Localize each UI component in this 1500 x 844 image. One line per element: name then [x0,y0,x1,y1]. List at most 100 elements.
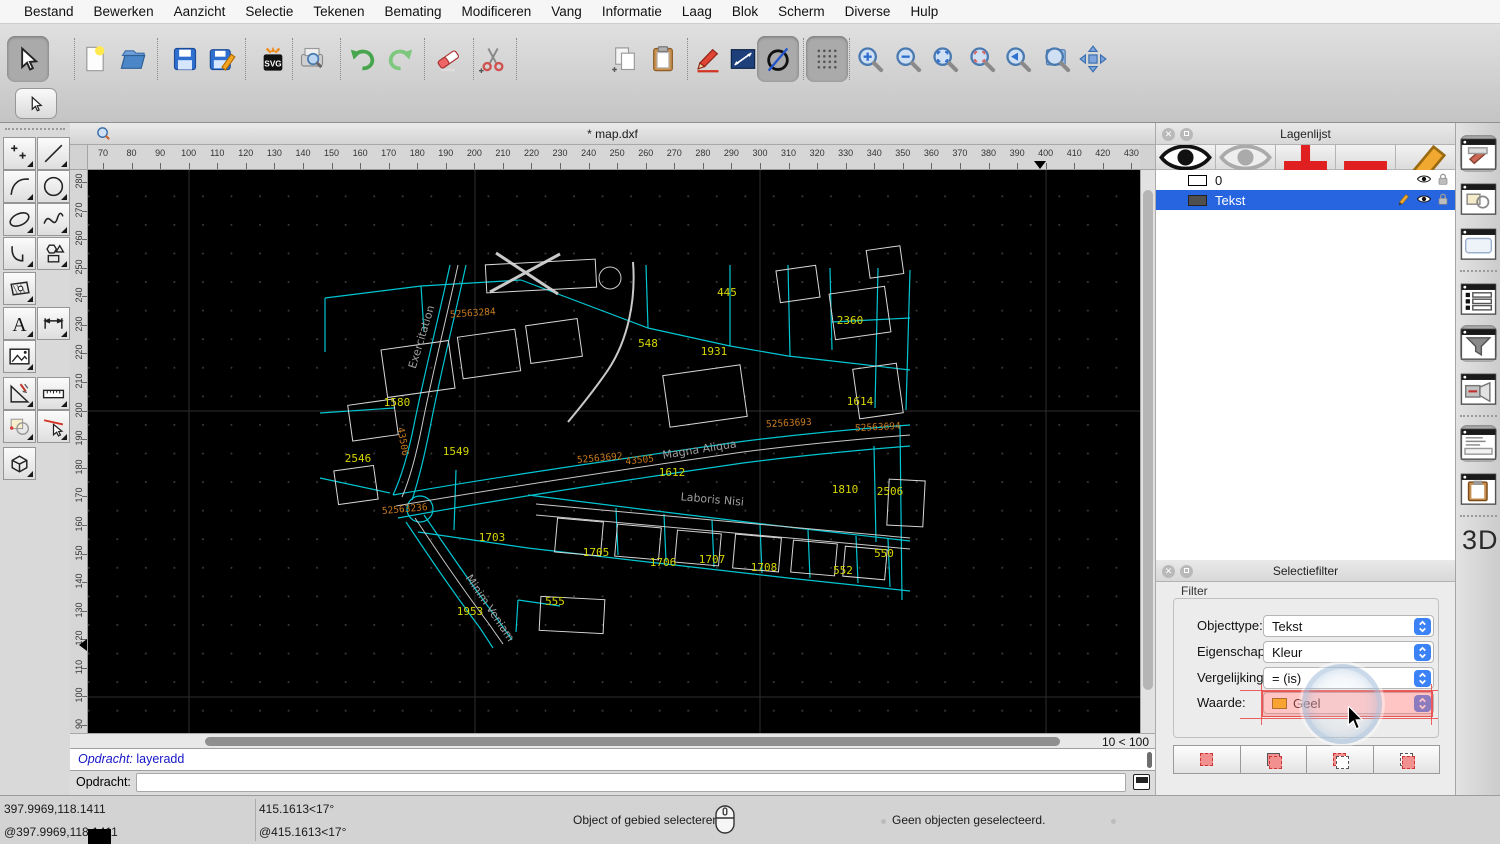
panel-toggle-win-shapes[interactable] [1460,180,1497,217]
tool-boolean[interactable] [3,410,36,443]
tool-shapes[interactable] [37,237,70,270]
tool-ellipse[interactable] [3,203,36,236]
tool-image[interactable] [3,340,36,373]
layers-panel-titlebar[interactable]: ✕ Lagenlijst [1156,123,1455,145]
zoom-in-button[interactable] [849,36,891,82]
tool-circle[interactable] [37,170,70,203]
tool-hatch[interactable] [3,272,36,305]
panel-toggle-win-blank[interactable] [1460,225,1497,262]
menu-bestand[interactable]: Bestand [14,0,84,23]
dropdown-stepper-icon[interactable] [1414,695,1431,712]
tool-arc[interactable] [3,170,36,203]
menu-selectie[interactable]: Selectie [235,0,303,23]
panel-toggle-win-command[interactable] [1460,425,1497,462]
tool-ruler[interactable] [37,377,70,410]
redo-button[interactable] [379,36,421,82]
menu-modificeren[interactable]: Modificeren [452,0,542,23]
filter-select-intersect-button[interactable] [1373,745,1441,774]
menu-tekenen[interactable]: Tekenen [303,0,374,23]
layer-color-swatch[interactable] [1188,195,1207,206]
tool-points[interactable] [3,137,36,170]
zoom-previous-button[interactable] [997,36,1039,82]
keyboard-icon[interactable] [1133,774,1150,790]
hscroll-thumb[interactable] [205,737,1060,746]
tool-line[interactable] [37,137,70,170]
menu-bemating[interactable]: Bemating [374,0,451,23]
panel-toggle-3d[interactable]: 3D [1462,525,1499,556]
menu-hulp[interactable]: Hulp [900,0,948,23]
lock-icon[interactable] [1437,172,1449,189]
save-as-button[interactable] [201,36,243,82]
zoom-out-button[interactable] [887,36,929,82]
select-mode-button[interactable] [15,88,57,119]
tool-trim[interactable] [37,410,70,443]
collapse-icon[interactable] [1180,128,1193,141]
history-scrollbar[interactable] [1147,752,1152,768]
print-preview-button[interactable] [291,36,333,82]
menu-scherm[interactable]: Scherm [768,0,835,23]
lock-icon[interactable] [1437,192,1449,209]
dropdown-stepper-icon[interactable] [1414,644,1431,661]
menu-bewerken[interactable]: Bewerken [84,0,164,23]
layers-eye-gray-button[interactable] [1216,145,1276,169]
tool-spline[interactable] [37,203,70,236]
grid-toggle-button[interactable] [806,36,848,82]
diameter-button[interactable] [757,36,799,82]
filter-panel-titlebar[interactable]: ✕ Selectiefilter [1156,560,1455,582]
eraser-button[interactable] [427,36,469,82]
filter-dropdown-objecttype[interactable]: Tekst [1263,615,1434,637]
drawing-canvas[interactable]: 4452360548193115801614254615491612181025… [88,170,1140,733]
tool-dimension[interactable] [37,307,70,340]
panel-toggle-win-filter[interactable] [1460,325,1497,362]
save-button[interactable] [164,36,206,82]
zoom-fit-button[interactable] [924,36,966,82]
menu-diverse[interactable]: Diverse [835,0,901,23]
vertical-scrollbar[interactable] [1140,170,1155,733]
cut-button[interactable] [472,36,514,82]
pan-button[interactable] [1072,36,1114,82]
layer-row-tekst[interactable]: Tekst [1156,190,1455,210]
copy-button[interactable] [604,36,646,82]
filter-select-subtract-button[interactable] [1306,745,1373,774]
paste-button[interactable] [642,36,684,82]
palette-drag-handle[interactable] [5,128,65,130]
pencil-icon[interactable] [1397,192,1411,209]
panel-toggle-win-draw[interactable] [1460,135,1497,172]
tool-text[interactable]: A [3,307,36,340]
menu-vang[interactable]: Vang [541,0,592,23]
layer-color-swatch[interactable] [1188,175,1207,186]
close-icon[interactable]: ✕ [1162,565,1175,578]
menu-blok[interactable]: Blok [722,0,768,23]
horizontal-scrollbar[interactable]: 10 < 100 [70,733,1155,748]
dropdown-stepper-icon[interactable] [1414,670,1431,687]
menu-laag[interactable]: Laag [672,0,722,23]
dropdown-stepper-icon[interactable] [1414,618,1431,635]
panel-toggle-win-list[interactable] [1460,280,1497,317]
panel-toggle-win-clipboard[interactable] [1460,470,1497,507]
layers-eye-button[interactable] [1156,145,1216,169]
layers-minus-button[interactable] [1336,145,1396,169]
panel-toggle-win-projector[interactable] [1460,370,1497,407]
close-icon[interactable]: ✕ [1162,128,1175,141]
layers-pencil-button[interactable] [1396,145,1455,169]
cursor-button[interactable] [7,36,49,82]
eye-icon[interactable] [1416,193,1432,208]
command-input[interactable] [136,773,1126,792]
open-folder-button[interactable] [112,36,154,82]
tool-polyline[interactable] [3,237,36,270]
layer-row-0[interactable]: 0 [1156,170,1455,190]
svg-export-button[interactable]: SVG [252,36,294,82]
eye-icon[interactable] [1416,173,1432,188]
collapse-icon[interactable] [1180,565,1193,578]
undo-button[interactable] [342,36,384,82]
filter-select-new-button[interactable] [1173,745,1240,774]
filter-select-add-button[interactable] [1240,745,1307,774]
filter-dropdown-eigenschap[interactable]: Kleur [1263,641,1434,663]
menu-aanzicht[interactable]: Aanzicht [164,0,236,23]
tool-drafting[interactable] [3,377,36,410]
tool-box3d[interactable] [3,447,36,480]
layers-plus-button[interactable] [1276,145,1336,169]
new-doc-button[interactable] [74,36,116,82]
menu-informatie[interactable]: Informatie [592,0,672,23]
drawing-window-titlebar[interactable]: * map.dxf [70,123,1155,145]
